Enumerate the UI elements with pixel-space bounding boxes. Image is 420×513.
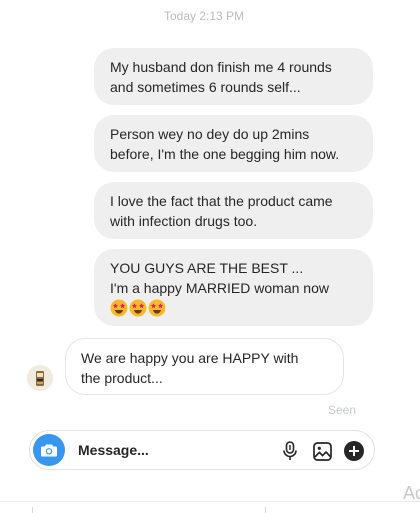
message-bubble-outgoing[interactable]: YOU GUYS ARE THE BEST ... I'm a happy MA… <box>94 249 373 326</box>
emoji-row <box>110 299 357 317</box>
more-options-button[interactable] <box>343 440 365 462</box>
add-photo-button[interactable] <box>311 440 333 462</box>
message-bubble-outgoing[interactable]: Person wey no dey do up 2mins before, I'… <box>94 115 373 172</box>
camera-button[interactable] <box>33 434 65 466</box>
star-struck-face-icon <box>110 299 128 317</box>
message-composer <box>29 430 375 470</box>
voice-message-button[interactable] <box>279 440 301 462</box>
message-line: Person wey no dey do up 2mins <box>110 126 310 142</box>
message-line: and sometimes 6 rounds self... <box>110 79 301 95</box>
microphone-icon <box>283 441 297 460</box>
clipped-edge-text: Ac <box>403 483 420 503</box>
divider-tick <box>32 507 33 513</box>
message-line: I love the fact that the product came <box>110 193 333 209</box>
star-struck-face-icon <box>129 299 147 317</box>
camera-icon <box>41 444 57 457</box>
message-line: before, I'm the one begging him now. <box>110 146 340 162</box>
image-icon <box>312 441 332 461</box>
product-avatar-icon <box>27 365 53 391</box>
thread-timestamp: Today 2:13 PM <box>163 9 245 23</box>
message-line: I'm a happy MARRIED woman now <box>110 280 329 296</box>
message-line: My husband don finish me 4 rounds <box>110 59 332 75</box>
avatar[interactable] <box>27 365 53 391</box>
seen-indicator: Seen <box>328 403 357 417</box>
divider <box>0 501 420 502</box>
message-bubble-outgoing[interactable]: I love the fact that the product came wi… <box>94 182 373 239</box>
divider-tick <box>265 507 266 513</box>
message-line: the product... <box>81 370 163 386</box>
message-line: YOU GUYS ARE THE BEST ... <box>110 260 304 276</box>
plus-circle-icon <box>344 441 364 461</box>
message-input[interactable] <box>78 440 268 460</box>
message-line: We are happy you are HAPPY with <box>81 350 299 366</box>
message-bubble-incoming[interactable]: We are happy you are HAPPY with the prod… <box>65 338 344 395</box>
star-struck-face-icon <box>148 299 166 317</box>
message-line: with infection drugs too. <box>110 213 258 229</box>
message-bubble-outgoing[interactable]: My husband don finish me 4 rounds and so… <box>94 48 373 105</box>
